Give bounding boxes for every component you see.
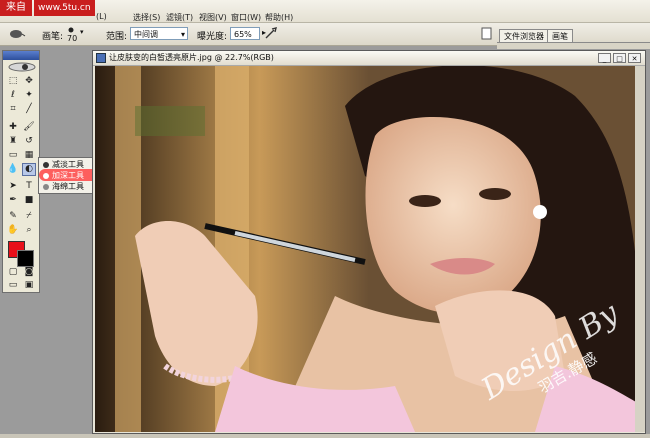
document-icon[interactable] xyxy=(481,27,493,40)
eyedropper-icon[interactable]: ⌿ xyxy=(22,210,36,223)
eraser-tool-icon[interactable]: ▭ xyxy=(6,149,20,162)
move-tool-icon[interactable]: ✥ xyxy=(22,75,36,88)
palette-well xyxy=(497,42,650,49)
flyout-item-label: 海绵工具 xyxy=(52,182,84,191)
zoom-tool-icon[interactable]: ⌕ xyxy=(22,224,36,237)
flyout-item-label: 加深工具 xyxy=(52,171,84,180)
notes-tool-icon[interactable]: ✎ xyxy=(6,210,20,223)
status-strip xyxy=(0,434,650,438)
minimize-button[interactable]: _ xyxy=(598,53,611,63)
quickmask-on-icon[interactable]: ◙ xyxy=(22,266,36,279)
maximize-button[interactable]: □ xyxy=(613,53,626,63)
burn-tool-preset-icon[interactable] xyxy=(8,27,26,41)
tab-brushes[interactable]: 画笔 xyxy=(547,29,573,43)
menu-select[interactable]: 选择(S) xyxy=(133,12,160,23)
healing-brush-icon[interactable]: ✚ xyxy=(6,121,20,134)
flyout-item-label: 减淡工具 xyxy=(52,160,84,169)
document-title: 让皮肤变的白皙透亮原片.jpg @ 22.7%(RGB) xyxy=(109,53,274,62)
menu-filter[interactable]: 滤镜(T) xyxy=(166,12,193,23)
blur-tool-icon[interactable]: 💧 xyxy=(6,163,20,176)
menu-bar: 来自 www.5tu.cn (L) 选择(S) 滤镜(T) 视图(V) 窗口(W… xyxy=(0,0,650,23)
menu-window[interactable]: 窗口(W) xyxy=(231,12,261,23)
burn-tool-icon[interactable]: ◐ xyxy=(22,163,36,176)
menu-help[interactable]: 帮助(H) xyxy=(265,12,293,23)
shape-tool-icon[interactable]: ■ xyxy=(22,194,36,207)
clone-stamp-icon[interactable]: ♜ xyxy=(6,135,20,148)
screen-mode-standard-icon[interactable]: ▭ xyxy=(6,279,20,292)
background-color-swatch[interactable] xyxy=(17,250,34,267)
document-thumbnail-icon xyxy=(96,53,106,63)
screen-mode-full-icon[interactable]: ▣ xyxy=(22,279,36,292)
document-window: 让皮肤变的白皙透亮原片.jpg @ 22.7%(RGB) _ □ ✕ Desig… xyxy=(92,50,646,434)
photoshop-eye-icon[interactable] xyxy=(7,62,37,72)
chevron-down-icon[interactable]: ▾ xyxy=(80,28,84,36)
gradient-tool-icon[interactable]: ▦ xyxy=(22,149,36,162)
exposure-field[interactable]: 65% xyxy=(230,27,260,40)
crop-tool-icon[interactable]: ⌗ xyxy=(6,103,20,116)
sponge-tool-icon xyxy=(43,183,49,190)
site-badge: 来自 xyxy=(0,0,32,16)
range-select[interactable]: 中间调 ▾ xyxy=(130,27,188,40)
document-title-bar[interactable]: 让皮肤变的白皙透亮原片.jpg @ 22.7%(RGB) _ □ ✕ xyxy=(93,51,645,66)
vertical-scrollbar[interactable] xyxy=(635,66,645,432)
range-value: 中间调 xyxy=(134,30,158,39)
dodge-tool-icon xyxy=(43,161,49,168)
toolbox: ⬚ ✥ ℓ ✦ ⌗ ╱ ✚ 🖌 ♜ ↺ ▭ ▦ 💧 ◐ ➤ T ✒ ■ ✎ ⌿ … xyxy=(2,50,40,293)
lasso-tool-icon[interactable]: ℓ xyxy=(6,89,20,102)
tab-file-browser[interactable]: 文件浏览器 xyxy=(499,29,549,43)
slice-tool-icon[interactable]: ╱ xyxy=(22,103,36,116)
hand-tool-icon[interactable]: ✋ xyxy=(6,224,20,237)
range-label: 范围: xyxy=(106,32,128,42)
menu-view[interactable]: 视图(V) xyxy=(199,12,227,23)
magic-wand-icon[interactable]: ✦ xyxy=(22,89,36,102)
menu-layer[interactable]: (L) xyxy=(96,12,107,21)
pen-tool-icon[interactable]: ✒ xyxy=(6,194,20,207)
site-url: www.5tu.cn xyxy=(34,0,95,16)
brush-tool-icon[interactable]: 🖌 xyxy=(22,121,36,134)
airbrush-icon[interactable] xyxy=(264,26,278,40)
chevron-down-icon: ▾ xyxy=(180,30,185,39)
brush-label: 画笔: xyxy=(42,32,64,42)
burn-tool-icon xyxy=(43,172,49,179)
marquee-tool-icon[interactable]: ⬚ xyxy=(6,75,20,88)
exposure-value: 65% xyxy=(234,30,252,39)
quickmask-off-icon[interactable]: ▢ xyxy=(6,266,20,279)
exposure-label: 曝光度: xyxy=(197,32,228,42)
toolbox-title-bar[interactable] xyxy=(3,51,39,60)
image-canvas[interactable]: Design By 羽吉.静感 xyxy=(95,66,643,432)
type-tool-icon[interactable]: T xyxy=(22,180,36,193)
path-selection-icon[interactable]: ➤ xyxy=(6,180,20,193)
brush-size[interactable]: 70 xyxy=(67,34,77,43)
close-button[interactable]: ✕ xyxy=(628,53,641,63)
history-brush-icon[interactable]: ↺ xyxy=(22,135,36,148)
